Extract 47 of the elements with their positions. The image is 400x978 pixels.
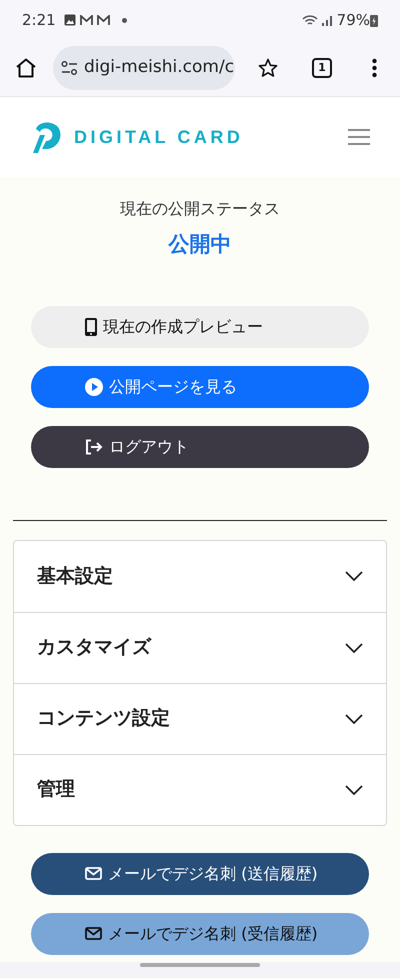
button-label: メールでデジ名刺 (送信履歴) (108, 862, 318, 884)
status-value: 公開中 (168, 231, 232, 258)
photo-icon (64, 14, 76, 26)
signal-icon (322, 14, 333, 26)
action-button[interactable]: 公開ページを見る (31, 366, 369, 408)
logout-icon (85, 438, 103, 454)
battery-level: 79% (336, 10, 370, 31)
accordion-title: 管理 (37, 777, 75, 802)
action-button[interactable]: 現在の作成プレビュー (31, 306, 369, 348)
chevron-icon (345, 571, 363, 581)
chevron-icon (345, 784, 363, 794)
more-icon[interactable] (372, 58, 377, 78)
tune-icon (61, 61, 78, 75)
mail-history-button[interactable]: メールでデジ名刺 (送信履歴) (31, 852, 369, 894)
play-icon (85, 378, 103, 396)
accordion-title: カスタマイズ (37, 635, 151, 660)
status-time: 2:21 (22, 10, 56, 31)
star-icon[interactable] (258, 58, 278, 78)
home-icon[interactable] (15, 58, 37, 78)
gesture-handle[interactable] (140, 963, 260, 967)
mail-icon (85, 927, 102, 940)
button-label: ログアウト (109, 436, 189, 458)
mail-icon (96, 14, 110, 26)
tab-count-button[interactable]: 1 (312, 58, 332, 78)
accordion-item[interactable]: 管理 (14, 754, 386, 824)
url-text: digi-meishi.com/c (84, 56, 234, 80)
wifi-icon (302, 14, 318, 26)
mail-history-button[interactable]: メールでデジ名刺 (受信履歴) (31, 912, 369, 954)
battery-icon (370, 14, 378, 26)
address-bar[interactable]: digi-meishi.com/c (53, 46, 235, 90)
chevron-icon (345, 714, 363, 724)
mail-icon (85, 867, 102, 880)
logout-button[interactable]: ログアウト (31, 426, 369, 468)
button-label: 公開ページを見る (109, 376, 237, 398)
accordion-item[interactable]: 基本設定 (14, 540, 386, 612)
accordion-item[interactable]: コンテンツ設定 (14, 682, 386, 754)
menu-icon[interactable] (348, 128, 370, 146)
dot-icon (122, 18, 127, 22)
accordion-title: コンテンツ設定 (37, 706, 170, 732)
accordion-item[interactable]: カスタマイズ (14, 612, 386, 682)
button-label: 現在の作成プレビュー (103, 316, 263, 338)
button-label: メールでデジ名刺 (受信履歴) (108, 922, 318, 944)
accordion-title: 基本設定 (37, 564, 113, 589)
status-label: 現在の公開ステータス (120, 198, 280, 220)
phone-icon (85, 318, 97, 336)
chevron-icon (345, 642, 363, 652)
mail-icon (80, 14, 93, 26)
